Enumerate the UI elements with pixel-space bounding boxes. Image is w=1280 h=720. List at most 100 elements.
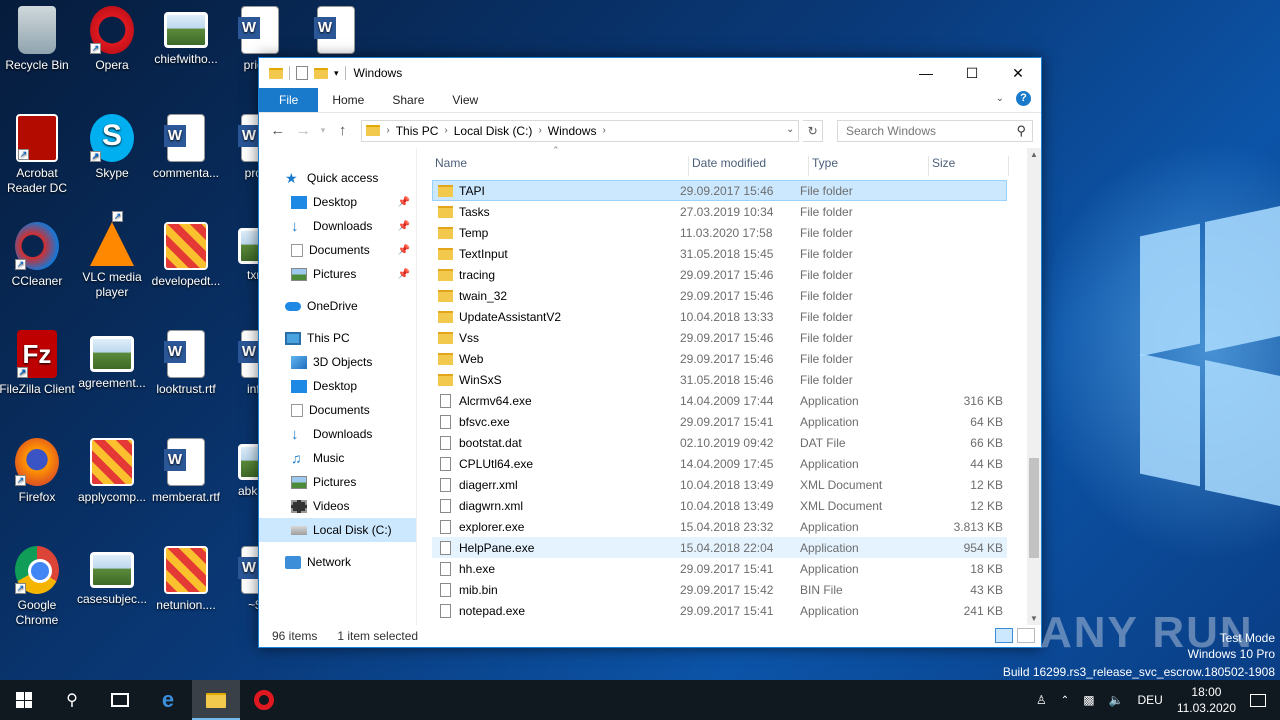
desktop-icon[interactable]: ↗ Opera	[72, 6, 152, 73]
breadcrumb-local-disk[interactable]: Local Disk (C:)	[454, 124, 533, 138]
nav-qa-downloads[interactable]: ↓ Downloads 📌	[259, 214, 416, 238]
nav-quick-access[interactable]: ★ Quick access	[259, 166, 416, 190]
show-hidden-icons-chevron-icon[interactable]: ⌃	[1061, 695, 1069, 706]
desktop-icon[interactable]: chiefwitho...	[146, 6, 226, 67]
desktop-icon[interactable]: Fz ↗ FileZilla Client	[0, 330, 77, 397]
file-row[interactable]: Tasks 27.03.2019 10:34 File folder	[432, 201, 1007, 222]
tab-share[interactable]: Share	[378, 88, 438, 112]
desktop-icon[interactable]: Recycle Bin	[0, 6, 77, 73]
details-view-icon[interactable]	[995, 628, 1013, 643]
file-row[interactable]: bootstat.dat 02.10.2019 09:42 DAT File 66 K…	[432, 432, 1007, 453]
desktop-icon[interactable]: netunion....	[146, 546, 226, 613]
tab-file[interactable]: File	[259, 88, 319, 112]
start-button[interactable]	[0, 680, 48, 720]
search-input[interactable]: Search Windows ⚲	[836, 119, 1034, 142]
people-icon[interactable]: ♙	[1036, 693, 1047, 707]
file-row[interactable]: hh.exe 29.09.2017 15:41 Application 18 KB	[432, 558, 1007, 579]
forward-arrow-icon[interactable]: →	[293, 122, 315, 139]
file-row[interactable]: bfsvc.exe 29.09.2017 15:41 Application 64 K…	[432, 411, 1007, 432]
desktop-icon[interactable]	[296, 6, 376, 58]
column-type[interactable]: Type	[809, 156, 929, 176]
desktop-icon[interactable]: casesubjec...	[72, 546, 152, 607]
clock[interactable]: 18:00 11.03.2020	[1177, 684, 1236, 716]
opera-taskbar-button[interactable]	[240, 680, 288, 720]
desktop-icon[interactable]: memberat.rtf	[146, 438, 226, 505]
nav-network[interactable]: Network	[259, 550, 416, 574]
notifications-icon[interactable]	[1250, 693, 1266, 707]
nav-pictures[interactable]: Pictures	[259, 470, 416, 494]
task-view-button[interactable]	[96, 680, 144, 720]
file-row[interactable]: UpdateAssistantV2 10.04.2018 13:33 File fo…	[432, 306, 1007, 327]
large-icons-view-icon[interactable]	[1017, 628, 1035, 643]
nav-qa-documents[interactable]: Documents 📌	[259, 238, 416, 262]
up-arrow-icon[interactable]: ↑	[332, 122, 354, 139]
breadcrumb-chevron-icon[interactable]: ›	[538, 125, 541, 136]
file-row[interactable]: Alcrmv64.exe 14.04.2009 17:44 Application 3…	[432, 390, 1007, 411]
pin-icon[interactable]: 📌	[398, 245, 410, 256]
file-row[interactable]: HelpPane.exe 15.04.2018 22:04 Application 9…	[432, 537, 1007, 558]
explorer-taskbar-button[interactable]	[192, 680, 240, 720]
network-tray-icon[interactable]: ▩	[1083, 693, 1094, 707]
close-button[interactable]: ✕	[995, 58, 1041, 88]
desktop-icon[interactable]: ↗ Firefox	[0, 438, 77, 505]
scroll-down-arrow-icon[interactable]: ▼	[1027, 614, 1041, 623]
breadcrumb-chevron-icon[interactable]: ›	[386, 125, 389, 136]
breadcrumb-this-pc[interactable]: This PC	[396, 124, 439, 138]
address-dropdown-chevron-icon[interactable]: ⌄	[786, 124, 794, 135]
maximize-button[interactable]: ☐	[949, 58, 995, 88]
tab-home[interactable]: Home	[318, 88, 378, 112]
file-row[interactable]: Temp 11.03.2020 17:58 File folder	[432, 222, 1007, 243]
minimize-button[interactable]: —	[903, 58, 949, 88]
help-icon[interactable]: ?	[1016, 91, 1031, 106]
desktop-icon[interactable]: ↗ CCleaner	[0, 222, 77, 289]
search-button[interactable]: ⚲	[48, 680, 96, 720]
breadcrumb-chevron-icon[interactable]: ›	[444, 125, 447, 136]
column-date-modified[interactable]: Date modified	[689, 156, 809, 176]
file-row[interactable]: TAPI 29.09.2017 15:46 File folder	[432, 180, 1007, 201]
expand-ribbon-chevron-icon[interactable]: ⌄	[996, 93, 1004, 104]
file-row[interactable]: tracing 29.09.2017 15:46 File folder	[432, 264, 1007, 285]
breadcrumb-windows[interactable]: Windows	[548, 124, 597, 138]
nav-this-pc[interactable]: This PC	[259, 326, 416, 350]
pin-icon[interactable]: 📌	[398, 197, 410, 208]
file-row[interactable]: TextInput 31.05.2018 15:45 File folder	[432, 243, 1007, 264]
nav-local-disk[interactable]: Local Disk (C:)	[259, 518, 416, 542]
input-language[interactable]: DEU	[1137, 693, 1162, 707]
title-bar[interactable]: ▾ Windows — ☐ ✕	[259, 58, 1041, 88]
column-size[interactable]: Size	[929, 156, 1009, 176]
nav-qa-desktop[interactable]: Desktop 📌	[259, 190, 416, 214]
file-row[interactable]: WinSxS 31.05.2018 15:46 File folder	[432, 369, 1007, 390]
file-row[interactable]: Web 29.09.2017 15:46 File folder	[432, 348, 1007, 369]
desktop-icon[interactable]: S ↗ Skype	[72, 114, 152, 181]
nav-music[interactable]: ♫ Music	[259, 446, 416, 470]
edge-taskbar-button[interactable]: e	[144, 680, 192, 720]
nav-3d-objects[interactable]: 3D Objects	[259, 350, 416, 374]
nav-downloads[interactable]: ↓ Downloads	[259, 422, 416, 446]
desktop-icon[interactable]: ↗ VLC media player	[72, 211, 152, 300]
customize-qa-chevron-icon[interactable]: ▾	[334, 68, 339, 79]
nav-onedrive[interactable]: OneDrive	[259, 294, 416, 318]
file-row[interactable]: notepad.exe 29.09.2017 15:41 Application 24…	[432, 600, 1007, 621]
refresh-icon[interactable]: ↻	[803, 119, 823, 142]
nav-documents[interactable]: Documents	[259, 398, 416, 422]
desktop-icon[interactable]: applycomp...	[72, 438, 152, 505]
file-row[interactable]: twain_32 29.09.2017 15:46 File folder	[432, 285, 1007, 306]
breadcrumb-chevron-icon[interactable]: ›	[602, 125, 605, 136]
scrollbar-thumb[interactable]	[1029, 458, 1039, 558]
address-bar[interactable]: › This PC › Local Disk (C:) › Windows › …	[361, 119, 800, 142]
file-row[interactable]: Vss 29.09.2017 15:46 File folder	[432, 327, 1007, 348]
tab-view[interactable]: View	[438, 88, 492, 112]
desktop-icon[interactable]: developedt...	[146, 222, 226, 289]
desktop-icon[interactable]: commenta...	[146, 114, 226, 181]
desktop-icon[interactable]: agreement...	[72, 330, 152, 391]
new-folder-icon[interactable]	[314, 67, 328, 79]
scroll-up-arrow-icon[interactable]: ▲	[1027, 150, 1041, 159]
properties-icon[interactable]	[296, 66, 308, 80]
pin-icon[interactable]: 📌	[398, 269, 410, 280]
explorer-window[interactable]: ▾ Windows — ☐ ✕ File Home Share View ⌄ ?…	[258, 57, 1042, 648]
file-row[interactable]: CPLUtl64.exe 14.04.2009 17:45 Application 4…	[432, 453, 1007, 474]
desktop-icon[interactable]: ↗ Google Chrome	[0, 546, 77, 628]
nav-videos[interactable]: Videos	[259, 494, 416, 518]
vertical-scrollbar[interactable]: ▲ ▼	[1027, 148, 1041, 625]
nav-desktop[interactable]: Desktop	[259, 374, 416, 398]
